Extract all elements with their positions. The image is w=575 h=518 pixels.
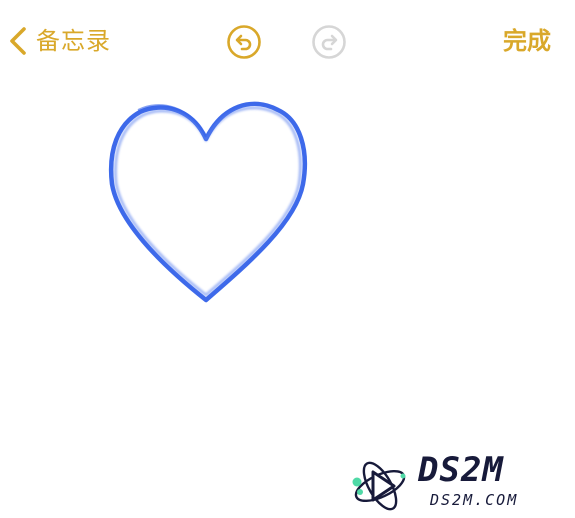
back-button[interactable]: 备忘录 [8,22,111,60]
toolbar: 备忘录 完成 [0,0,575,82]
undo-button[interactable] [226,24,262,60]
redo-button[interactable] [311,24,347,60]
undo-icon [227,25,261,59]
redo-icon [312,25,346,59]
heart-sketch [108,101,308,303]
done-button[interactable]: 完成 [503,22,551,60]
chevron-left-icon [10,27,26,55]
watermark-title: DS2M [418,450,504,490]
drawing-screen: 备忘录 完成 DS2M DS2M.COM [0,0,575,518]
atom-logo-icon [352,461,406,511]
watermark: DS2M DS2M.COM [348,450,568,516]
back-label: 备忘录 [36,27,111,55]
watermark-subtitle: DS2M.COM [430,491,519,509]
